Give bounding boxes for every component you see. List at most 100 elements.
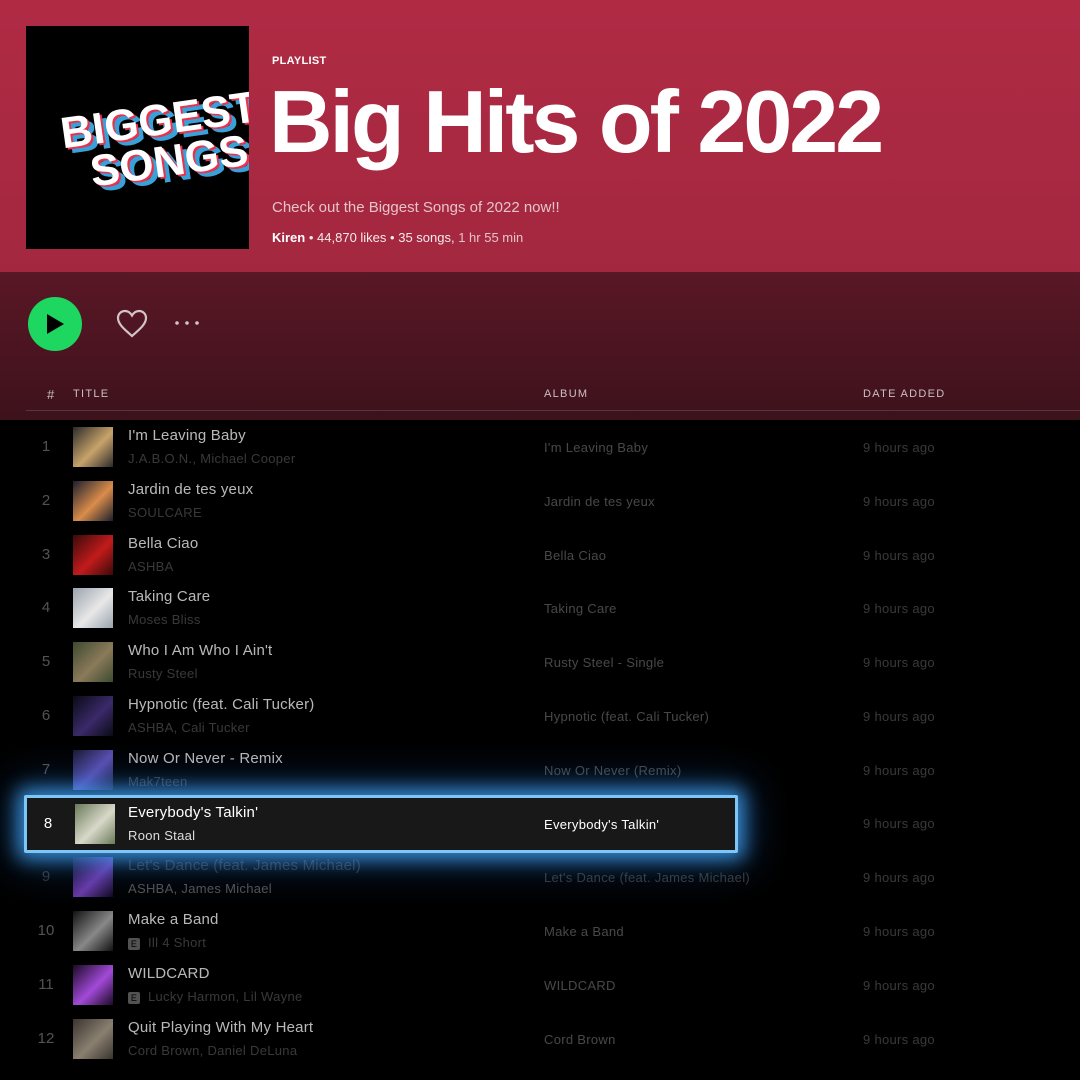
track-number: 9 xyxy=(41,868,51,886)
track-artist-name[interactable]: ASHBA, James Michael xyxy=(128,881,272,896)
track-artist[interactable]: SOULCARE xyxy=(128,505,202,520)
track-title[interactable]: Quit Playing With My Heart xyxy=(128,1019,313,1036)
track-row[interactable]: 3 Bella Ciao ASHBA Bella Ciao 9 hours ago xyxy=(0,528,1080,582)
track-artist-name[interactable]: Moses Bliss xyxy=(128,612,201,627)
playlist-likes: 44,870 likes xyxy=(317,230,387,245)
track-row[interactable]: 7 Now Or Never - Remix Mak7teen Now Or Neve… xyxy=(0,743,1080,797)
track-title[interactable]: Let's Dance (feat. James Michael) xyxy=(128,857,361,874)
track-title[interactable]: Now Or Never - Remix xyxy=(128,750,283,767)
track-artist-name[interactable]: Rusty Steel xyxy=(128,666,198,681)
track-album-art xyxy=(73,1018,113,1059)
track-artist[interactable]: J.A.B.O.N., Michael Cooper xyxy=(128,451,295,466)
track-row[interactable]: 11 WILDCARD E Lucky Harmon, Lil Wayne WILDCA… xyxy=(0,958,1080,1012)
track-row[interactable]: 2 Jardin de tes yeux SOULCARE Jardin de tes… xyxy=(0,474,1080,528)
track-date-added: 9 hours ago xyxy=(863,655,935,671)
track-title[interactable]: Everybody's Talkin' xyxy=(128,804,258,821)
track-row[interactable]: 5 Who I Am Who I Ain't Rusty Steel Rusty St… xyxy=(0,635,1080,689)
track-title[interactable]: Make a Band xyxy=(128,911,219,928)
track-date-added: 9 hours ago xyxy=(863,1031,935,1047)
track-album[interactable]: Let's Dance (feat. James Michael) xyxy=(544,870,750,885)
track-date-added: 9 hours ago xyxy=(863,493,935,509)
track-album-art xyxy=(73,696,113,736)
track-number: 8 xyxy=(43,814,53,832)
track-artist-name[interactable]: Mak7teen xyxy=(128,774,188,789)
track-title[interactable]: Hypnotic (feat. Cali Tucker) xyxy=(128,696,315,713)
track-number: 4 xyxy=(41,599,51,617)
track-number: 11 xyxy=(38,976,54,993)
like-button[interactable] xyxy=(114,306,150,342)
track-row[interactable]: 6 Hypnotic (feat. Cali Tucker) ASHBA, Cali… xyxy=(0,689,1080,743)
play-icon xyxy=(47,314,64,334)
track-album[interactable]: Everybody's Talkin' xyxy=(544,817,659,832)
track-number: 7 xyxy=(41,760,51,778)
column-header-album[interactable]: ALBUM xyxy=(544,388,588,400)
track-artist-name[interactable]: Ill 4 Short xyxy=(148,935,206,950)
playlist-description: Check out the Biggest Songs of 2022 now!… xyxy=(272,199,560,216)
track-number: 5 xyxy=(41,653,51,671)
track-artist[interactable]: E Lucky Harmon, Lil Wayne xyxy=(128,989,303,1004)
track-row[interactable]: 10 Make a Band E Ill 4 Short Make a Band 9 ho… xyxy=(0,904,1080,958)
track-title[interactable]: I'm Leaving Baby xyxy=(128,427,246,444)
more-options-button[interactable] xyxy=(170,308,206,338)
track-artist-name[interactable]: Roon Staal xyxy=(128,828,195,843)
playlist-meta: Kiren • 44,870 likes • 35 songs, 1 hr 55… xyxy=(272,230,523,245)
track-title[interactable]: Bella Ciao xyxy=(128,535,198,552)
track-date-added: 9 hours ago xyxy=(863,547,935,563)
track-artist-name[interactable]: SOULCARE xyxy=(128,505,202,520)
track-artist[interactable]: ASHBA xyxy=(128,559,174,574)
playlist-cover[interactable]: BIGGEST BIGGEST BIGGEST SONGS SONGS SONG… xyxy=(26,26,249,249)
track-artist[interactable]: Cord Brown, Daniel DeLuna xyxy=(128,1043,297,1058)
track-row[interactable]: 9 Let's Dance (feat. James Michael) ASHBA,… xyxy=(0,850,1080,904)
playlist-song-count: 35 songs, xyxy=(398,230,455,245)
track-date-added: 9 hours ago xyxy=(863,601,935,617)
track-number: 1 xyxy=(41,438,51,455)
track-artist[interactable]: ASHBA, James Michael xyxy=(128,881,272,896)
track-album[interactable]: Rusty Steel - Single xyxy=(544,655,664,670)
column-header-date-added[interactable]: DATE ADDED xyxy=(863,388,945,400)
track-date-added: 9 hours ago xyxy=(863,870,935,886)
track-artist[interactable]: Rusty Steel xyxy=(128,666,198,681)
track-row[interactable]: 4 Taking Care Moses Bliss Taking Care 9 hour… xyxy=(0,581,1080,635)
track-date-added: 9 hours ago xyxy=(863,924,935,940)
track-title[interactable]: Jardin de tes yeux xyxy=(128,481,253,498)
track-album[interactable]: Cord Brown xyxy=(544,1032,616,1047)
track-album[interactable]: I'm Leaving Baby xyxy=(544,440,648,455)
track-number: 3 xyxy=(41,545,51,563)
track-album-art xyxy=(73,749,113,790)
playlist-owner[interactable]: Kiren xyxy=(272,230,305,245)
track-artist[interactable]: Moses Bliss xyxy=(128,612,201,627)
explicit-badge: E xyxy=(128,992,140,1004)
track-album-art xyxy=(73,965,113,1005)
track-artist-name[interactable]: ASHBA xyxy=(128,559,174,574)
meta-separator: • xyxy=(390,230,399,245)
track-row[interactable]: 8 Everybody's Talkin' Roon Staal Everybody'… xyxy=(24,794,738,853)
track-artist[interactable]: Mak7teen xyxy=(128,774,188,789)
track-album[interactable]: Taking Care xyxy=(544,601,617,616)
playlist-header: BIGGEST BIGGEST BIGGEST SONGS SONGS SONG… xyxy=(0,0,1080,272)
track-row[interactable]: 12 Quit Playing With My Heart Cord Brown, … xyxy=(0,1012,1080,1066)
track-album[interactable]: Bella Ciao xyxy=(544,548,606,563)
track-album[interactable]: Hypnotic (feat. Cali Tucker) xyxy=(544,709,709,724)
track-artist-name[interactable]: J.A.B.O.N., Michael Cooper xyxy=(128,451,295,466)
track-date-added: 9 hours ago xyxy=(863,440,935,455)
track-artist-name[interactable]: ASHBA, Cali Tucker xyxy=(128,720,250,735)
track-artist-name[interactable]: Lucky Harmon, Lil Wayne xyxy=(148,989,303,1004)
track-album[interactable]: WILDCARD xyxy=(544,978,616,993)
track-row[interactable]: 1 I'm Leaving Baby J.A.B.O.N., Michael Coo… xyxy=(0,420,1080,474)
track-date-added: 9 hours ago xyxy=(863,978,935,993)
track-album[interactable]: Make a Band xyxy=(544,924,624,939)
track-artist-name[interactable]: Cord Brown, Daniel DeLuna xyxy=(128,1043,297,1058)
header-divider xyxy=(26,410,1080,411)
heart-icon xyxy=(116,309,148,338)
track-title[interactable]: WILDCARD xyxy=(128,965,210,982)
track-artist[interactable]: Roon Staal xyxy=(128,828,195,843)
track-artist[interactable]: ASHBA, Cali Tucker xyxy=(128,720,250,735)
playlist-duration: 1 hr 55 min xyxy=(458,230,524,245)
track-album[interactable]: Jardin de tes yeux xyxy=(544,494,655,509)
track-title[interactable]: Who I Am Who I Ain't xyxy=(128,642,272,659)
column-header-title[interactable]: TITLE xyxy=(73,388,109,400)
track-title[interactable]: Taking Care xyxy=(128,588,210,605)
play-button[interactable] xyxy=(28,297,82,351)
track-album[interactable]: Now Or Never (Remix) xyxy=(544,763,681,778)
track-artist[interactable]: E Ill 4 Short xyxy=(128,935,206,951)
